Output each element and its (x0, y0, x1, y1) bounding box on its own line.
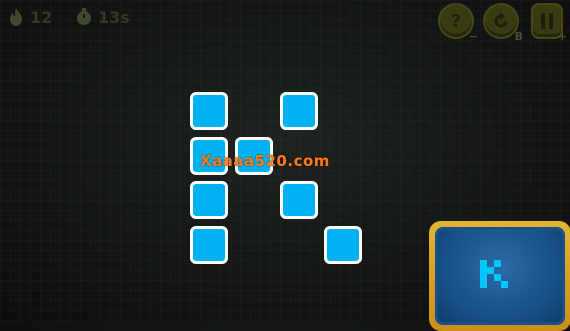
puzzle-tile[interactable] (190, 92, 228, 130)
reset-button[interactable]: B (483, 3, 523, 43)
puzzle-tile[interactable] (280, 181, 318, 219)
preview-pixel (494, 274, 501, 281)
pause-icon (541, 13, 553, 29)
puzzle-tile[interactable] (280, 92, 318, 130)
preview-pixel (480, 281, 487, 288)
fire-icon (10, 8, 22, 26)
pause-button[interactable]: + (531, 3, 567, 43)
moves-value: 12 (30, 7, 53, 27)
target-preview-panel (435, 227, 565, 325)
preview-pixel (480, 267, 487, 274)
timer-display: 13s (74, 6, 130, 28)
timer-value: 13s (98, 7, 130, 27)
pause-shortcut-label: + (557, 30, 567, 43)
preview-pixel (501, 281, 508, 288)
moves-counter: 12 (6, 6, 52, 28)
hint-shortcut-label: − (468, 30, 478, 43)
puzzle-tile[interactable] (190, 181, 228, 219)
target-preview-card (429, 221, 570, 331)
puzzle-tile[interactable] (324, 226, 362, 264)
preview-pixel (480, 260, 487, 267)
preview-pixel (487, 267, 494, 274)
stopwatch-icon (77, 8, 91, 25)
preview-pixel (480, 274, 487, 281)
preview-pixel (494, 260, 501, 267)
restart-icon (494, 12, 508, 28)
question-icon: ? (450, 10, 462, 32)
reset-shortcut-label: B (514, 30, 523, 43)
watermark-text: Xaaaa520.com (200, 152, 330, 170)
hint-button[interactable]: ? − (438, 3, 478, 43)
puzzle-tile[interactable] (190, 226, 228, 264)
